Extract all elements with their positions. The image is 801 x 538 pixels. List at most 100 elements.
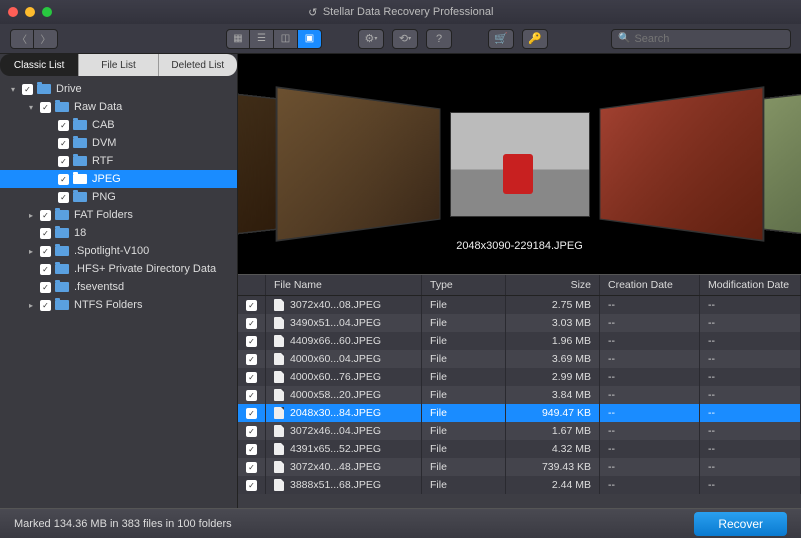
tree-item[interactable]: ▸✓NTFS Folders — [0, 296, 237, 314]
checkbox[interactable]: ✓ — [246, 318, 257, 329]
checkbox[interactable]: ✓ — [40, 264, 51, 275]
tree-item[interactable]: ✓JPEG — [0, 170, 237, 188]
col-modification-date[interactable]: Modification Date — [700, 275, 801, 295]
tree-item[interactable]: ▾✓Drive — [0, 80, 237, 98]
tree-item[interactable]: ▾✓Raw Data — [0, 98, 237, 116]
checkbox[interactable]: ✓ — [246, 408, 257, 419]
coverflow-preview[interactable]: 2048x3090-229184.JPEG — [238, 54, 801, 274]
column-view-button[interactable]: ◫ — [274, 29, 298, 49]
minimize-window[interactable] — [25, 7, 35, 17]
search-box[interactable]: 🔍 — [611, 29, 791, 49]
tree-item[interactable]: ✓.fseventsd — [0, 278, 237, 296]
table-row[interactable]: ✓3888x51...68.JPEGFile2.44 MB---- — [238, 476, 801, 494]
coverflow-image[interactable] — [275, 86, 440, 242]
table-row[interactable]: ✓3072x40...08.JPEGFile2.75 MB---- — [238, 296, 801, 314]
checkbox[interactable]: ✓ — [40, 282, 51, 293]
maximize-window[interactable] — [42, 7, 52, 17]
key-button[interactable]: 🔑 — [522, 29, 548, 49]
coverflow-image[interactable] — [599, 86, 764, 242]
checkbox[interactable]: ✓ — [58, 138, 69, 149]
folder-icon — [73, 156, 87, 166]
checkbox[interactable]: ✓ — [58, 120, 69, 131]
file-mdate: -- — [700, 458, 801, 476]
tree-label: .HFS+ Private Directory Data — [74, 263, 216, 275]
file-name: 3888x51...68.JPEG — [290, 479, 381, 491]
checkbox[interactable]: ✓ — [246, 372, 257, 383]
checkbox[interactable]: ✓ — [40, 228, 51, 239]
checkbox[interactable]: ✓ — [246, 426, 257, 437]
table-row[interactable]: ✓4391x65...52.JPEGFile4.32 MB---- — [238, 440, 801, 458]
grid-view-button[interactable]: ▦ — [226, 29, 250, 49]
checkbox[interactable]: ✓ — [246, 444, 257, 455]
col-filename[interactable]: File Name — [266, 275, 422, 295]
checkbox[interactable]: ✓ — [246, 390, 257, 401]
col-type[interactable]: Type — [422, 275, 506, 295]
tree-label: RTF — [92, 155, 113, 167]
list-tab-deleted-list[interactable]: Deleted List — [159, 54, 237, 76]
tree-item[interactable]: ✓CAB — [0, 116, 237, 134]
folder-icon — [73, 192, 87, 202]
checkbox[interactable]: ✓ — [246, 462, 257, 473]
search-input[interactable] — [634, 33, 784, 45]
table-row[interactable]: ✓3072x40...48.JPEGFile739.43 KB---- — [238, 458, 801, 476]
file-table[interactable]: File Name Type Size Creation Date Modifi… — [238, 274, 801, 508]
settings-button[interactable]: ⚙▾ — [358, 29, 384, 49]
table-row[interactable]: ✓3490x51...04.JPEGFile3.03 MB---- — [238, 314, 801, 332]
tree-item[interactable]: ✓ .HFS+ Private Directory Data — [0, 260, 237, 278]
file-icon — [274, 299, 284, 311]
tree-item[interactable]: ▸ ✓ FAT Folders — [0, 206, 237, 224]
table-row[interactable]: ✓2048x30...84.JPEGFile949.47 KB---- — [238, 404, 801, 422]
close-window[interactable] — [8, 7, 18, 17]
checkbox[interactable]: ✓ — [246, 480, 257, 491]
forward-button[interactable]: 〉 — [34, 29, 58, 49]
checkbox[interactable]: ✓ — [40, 300, 51, 311]
tree-item[interactable]: ✓PNG — [0, 188, 237, 206]
col-size[interactable]: Size — [506, 275, 600, 295]
checkbox[interactable]: ✓ — [40, 210, 51, 221]
file-name: 4000x60...76.JPEG — [290, 371, 381, 383]
checkbox[interactable]: ✓ — [246, 300, 257, 311]
coverflow-view-button[interactable]: ▣ — [298, 29, 322, 49]
file-mdate: -- — [700, 350, 801, 368]
checkbox[interactable]: ✓ — [246, 354, 257, 365]
table-row[interactable]: ✓4409x66...60.JPEGFile1.96 MB---- — [238, 332, 801, 350]
table-row[interactable]: ✓4000x58...20.JPEGFile3.84 MB---- — [238, 386, 801, 404]
tree-item[interactable]: ▸ ✓ .Spotlight-V100 — [0, 242, 237, 260]
checkbox[interactable]: ✓ — [246, 336, 257, 347]
caret-icon[interactable]: ▸ — [26, 211, 36, 220]
folder-icon — [55, 300, 69, 310]
back-button[interactable]: 〈 — [10, 29, 34, 49]
help-button[interactable]: ? — [426, 29, 452, 49]
caret-icon[interactable]: ▾ — [8, 85, 18, 94]
coverflow-center-image[interactable] — [450, 112, 590, 217]
tree-item[interactable]: ✓18 — [0, 224, 237, 242]
checkbox[interactable]: ✓ — [40, 246, 51, 257]
cart-button[interactable]: 🛒 — [488, 29, 514, 49]
checkbox[interactable]: ✓ — [58, 156, 69, 167]
file-icon — [274, 479, 284, 491]
list-view-button[interactable]: ☰ — [250, 29, 274, 49]
table-row[interactable]: ✓3072x46...04.JPEGFile1.67 MB---- — [238, 422, 801, 440]
list-tab-file-list[interactable]: File List — [79, 54, 158, 76]
file-mdate: -- — [700, 386, 801, 404]
file-name: 4391x65...52.JPEG — [290, 443, 381, 455]
caret-icon[interactable]: ▸ — [26, 301, 36, 310]
checkbox[interactable]: ✓ — [58, 174, 69, 185]
tree-label: FAT Folders — [74, 209, 133, 221]
tree-item[interactable]: ✓DVM — [0, 134, 237, 152]
col-creation-date[interactable]: Creation Date — [600, 275, 700, 295]
history-button[interactable]: ⟲▾ — [392, 29, 418, 49]
table-row[interactable]: ✓4000x60...04.JPEGFile3.69 MB---- — [238, 350, 801, 368]
caret-icon[interactable]: ▸ — [26, 247, 36, 256]
caret-icon[interactable]: ▾ — [26, 103, 36, 112]
checkbox[interactable]: ✓ — [58, 192, 69, 203]
tree-item[interactable]: ✓ RTF — [0, 152, 237, 170]
folder-tree[interactable]: ▾✓Drive▾✓Raw Data✓CAB✓DVM✓RTF✓JPEG✓PNG▸✓… — [0, 76, 237, 508]
checkbox[interactable]: ✓ — [22, 84, 33, 95]
checkbox[interactable]: ✓ — [40, 102, 51, 113]
tree-label: .Spotlight-V100 — [74, 245, 149, 257]
list-tab-classic-list[interactable]: Classic List — [0, 54, 79, 76]
recover-button[interactable]: Recover — [694, 512, 787, 536]
table-row[interactable]: ✓4000x60...76.JPEGFile2.99 MB---- — [238, 368, 801, 386]
file-type: File — [422, 386, 506, 404]
